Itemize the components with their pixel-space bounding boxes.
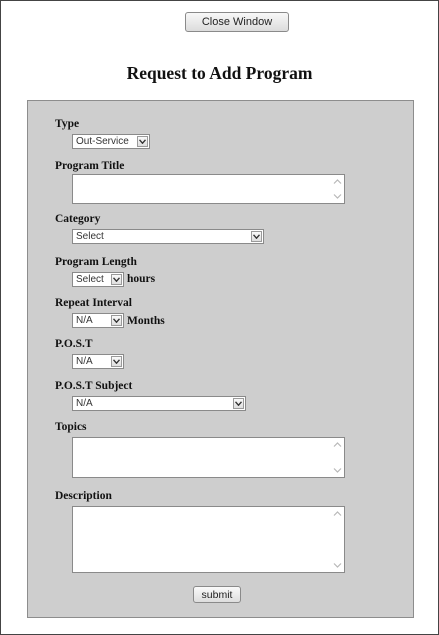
program-length-select[interactable]: Select	[72, 272, 124, 287]
program-length-select-value: Select	[76, 274, 104, 285]
submit-button[interactable]: submit	[193, 586, 241, 603]
scrollbar[interactable]	[331, 507, 344, 572]
topics-input[interactable]	[72, 437, 345, 478]
scroll-up-icon	[333, 442, 342, 447]
program-title-label: Program Title	[55, 160, 125, 172]
scrollbar[interactable]	[331, 438, 344, 477]
post-subject-select-value: N/A	[76, 398, 93, 409]
chevron-down-icon	[251, 231, 262, 242]
category-select[interactable]: Select	[72, 229, 264, 244]
scrollbar[interactable]	[331, 175, 344, 203]
topics-label: Topics	[55, 421, 87, 433]
program-length-unit: hours	[127, 273, 156, 285]
post-subject-select[interactable]: N/A	[72, 396, 246, 411]
description-input[interactable]	[72, 506, 345, 573]
chevron-down-icon	[233, 398, 244, 409]
description-label: Description	[55, 490, 112, 502]
program-length-label: Program Length	[55, 256, 137, 268]
program-title-input[interactable]	[72, 174, 345, 204]
close-window-button[interactable]: Close Window	[185, 12, 289, 32]
scroll-up-icon	[333, 511, 342, 516]
category-label: Category	[55, 213, 101, 225]
chevron-down-icon	[137, 136, 148, 147]
scroll-down-icon	[333, 194, 342, 199]
repeat-interval-select-value: N/A	[76, 315, 93, 326]
post-select-value: N/A	[76, 356, 93, 367]
scroll-down-icon	[333, 468, 342, 473]
chevron-down-icon	[111, 274, 122, 285]
type-label: Type	[55, 118, 80, 130]
page-title: Request to Add Program	[126, 63, 313, 83]
chevron-down-icon	[111, 356, 122, 367]
repeat-interval-select[interactable]: N/A	[72, 313, 124, 328]
category-select-value: Select	[76, 231, 104, 242]
scroll-down-icon	[333, 563, 342, 568]
type-select-value: Out-Service	[76, 136, 129, 147]
post-select[interactable]: N/A	[72, 354, 124, 369]
scroll-up-icon	[333, 179, 342, 184]
post-subject-label: P.O.S.T Subject	[55, 380, 133, 392]
chevron-down-icon	[111, 315, 122, 326]
post-label: P.O.S.T	[55, 338, 93, 350]
repeat-interval-unit: Months	[127, 315, 165, 327]
repeat-interval-label: Repeat Interval	[55, 297, 132, 309]
type-select[interactable]: Out-Service	[72, 134, 150, 149]
